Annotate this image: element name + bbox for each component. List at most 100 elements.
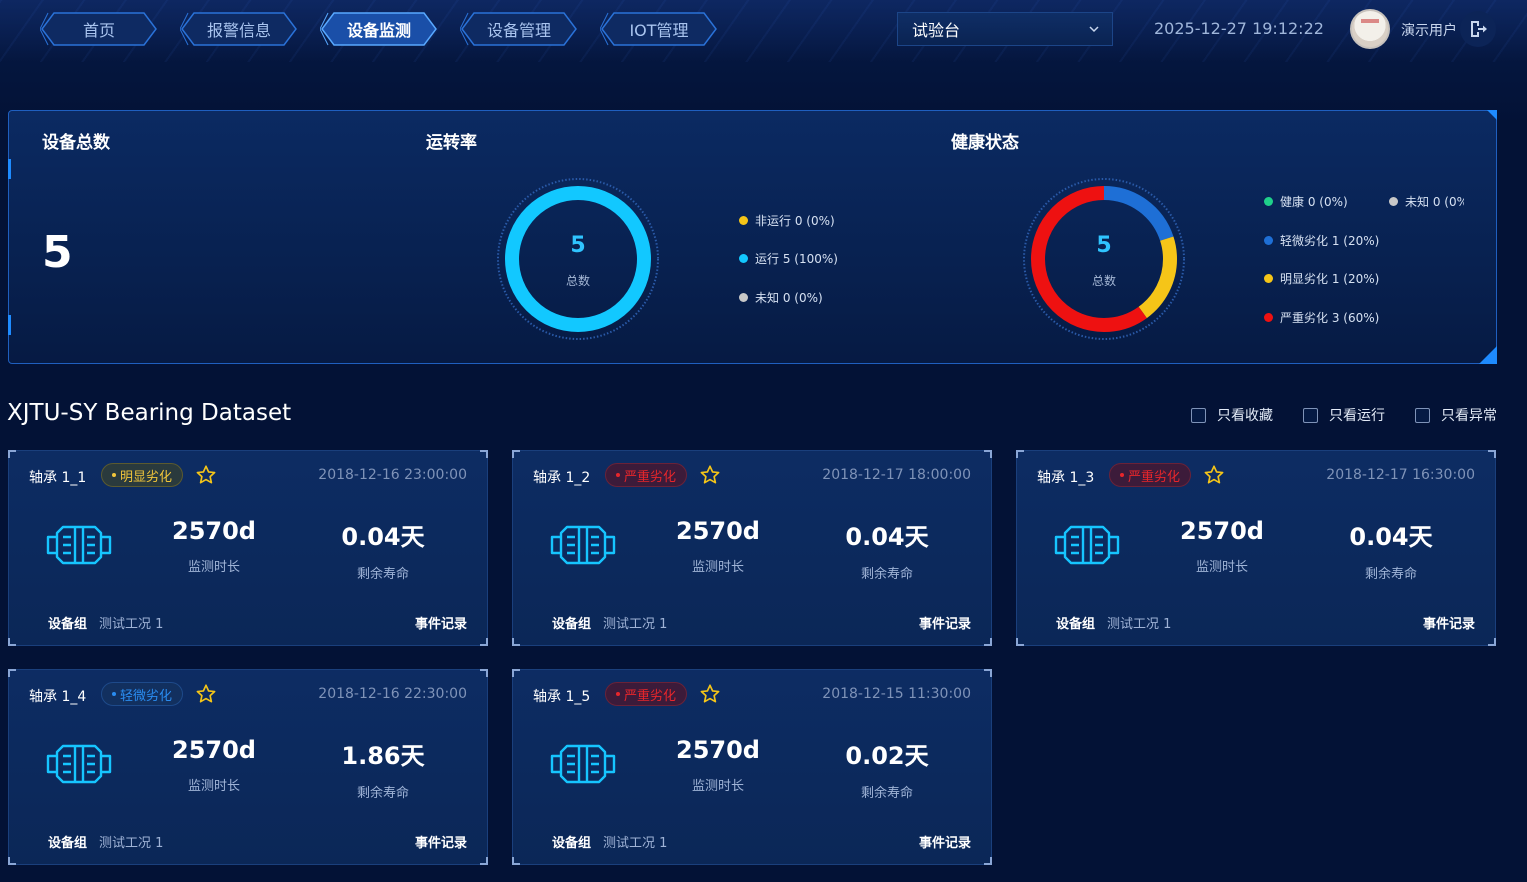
event-log-link[interactable]: 事件记录 bbox=[919, 832, 971, 851]
site-select-value: 试验台 bbox=[912, 21, 961, 40]
status-label: 明显劣化 bbox=[120, 469, 173, 485]
legend-slight-degradation[interactable]: 轻微劣化 1 (20%) bbox=[1264, 232, 1379, 249]
event-log-link[interactable]: 事件记录 bbox=[415, 613, 467, 632]
bearing-icon bbox=[550, 744, 616, 784]
remaining-life-label: 剩余寿命 bbox=[1364, 567, 1417, 582]
card-corner bbox=[480, 638, 488, 646]
tab-alarms[interactable]: 报警信息 bbox=[180, 11, 298, 47]
status-label: 严重劣化 bbox=[1128, 469, 1181, 485]
remaining-life-label: 剩余寿命 bbox=[356, 786, 409, 801]
filter-favorites[interactable]: 只看收藏 bbox=[1191, 405, 1273, 425]
legend-label: 明显劣化 1 (20%) bbox=[1280, 272, 1380, 286]
legend-running[interactable]: 运行 5 (100%) bbox=[739, 250, 838, 267]
card-corner bbox=[480, 669, 488, 677]
device-card[interactable]: 轴承 1_4 轻微劣化 2018-12-16 22:30:00 2570d 监测… bbox=[8, 669, 488, 865]
legend-obvious-degradation[interactable]: 明显劣化 1 (20%) bbox=[1264, 270, 1379, 287]
card-corner bbox=[1016, 638, 1024, 646]
tab-label: 设备管理 bbox=[486, 21, 551, 40]
site-select[interactable]: 试验台 bbox=[897, 12, 1113, 46]
top-bar: 首页 报警信息 设备监测 设备管理 IOT管理 试验台 2025-12-27 1… bbox=[0, 0, 1527, 62]
tab-device-monitoring[interactable]: 设备监测 bbox=[320, 11, 438, 47]
tab-home[interactable]: 首页 bbox=[40, 11, 158, 47]
legend-not-running[interactable]: 非运行 0 (0%) bbox=[739, 212, 835, 229]
legend-severe-degradation[interactable]: 严重劣化 3 (60%) bbox=[1264, 309, 1379, 326]
bearing-icon bbox=[46, 525, 112, 565]
device-card[interactable]: 轴承 1_5 严重劣化 2018-12-15 11:30:00 2570d 监测… bbox=[512, 669, 992, 865]
legend-dot bbox=[1264, 313, 1273, 322]
card-corner bbox=[8, 638, 16, 646]
card-corner bbox=[1016, 450, 1024, 458]
event-log-link[interactable]: 事件记录 bbox=[1423, 613, 1475, 632]
logout-icon bbox=[1471, 21, 1487, 37]
legend-label: 未知 0 (0%) bbox=[755, 291, 823, 305]
legend-healthy[interactable]: 健康 0 (0%) bbox=[1264, 193, 1348, 210]
legend-dot bbox=[739, 254, 748, 263]
panel-corner bbox=[1487, 110, 1497, 120]
legend-unknown[interactable]: 未知 0 (0%) bbox=[1389, 193, 1464, 210]
star-icon[interactable] bbox=[195, 683, 217, 705]
summary-panel: 设备总数 5 运转率 5 总数 非运行 0 (0%) 运行 5 (100%) 未知 … bbox=[8, 110, 1497, 364]
event-log-link[interactable]: 事件记录 bbox=[415, 832, 467, 851]
run-rate-total-label: 总数 bbox=[565, 274, 590, 288]
device-group-value: 测试工况 1 bbox=[1107, 617, 1172, 632]
remaining-life-label: 剩余寿命 bbox=[860, 786, 913, 801]
monitor-duration: 2570d 监测时长 bbox=[653, 736, 783, 794]
status-badge: 严重劣化 bbox=[605, 463, 688, 487]
panel-edge bbox=[8, 159, 11, 179]
health-status-title: 健康状态 bbox=[951, 133, 1019, 153]
status-label: 轻微劣化 bbox=[120, 688, 173, 704]
remaining-life: 0.04天 剩余寿命 bbox=[822, 517, 952, 582]
panel-corner bbox=[1479, 346, 1497, 364]
device-name: 轴承 1_1 bbox=[29, 470, 87, 486]
status-dot bbox=[1120, 473, 1124, 477]
event-log-link[interactable]: 事件记录 bbox=[919, 613, 971, 632]
device-card[interactable]: 轴承 1_1 明显劣化 2018-12-16 23:00:00 2570d 监测… bbox=[8, 450, 488, 646]
legend-overflow-clip: 未知 0 (0%) bbox=[1389, 193, 1464, 213]
device-card[interactable]: 轴承 1_3 严重劣化 2018-12-17 16:30:00 2570d 监测… bbox=[1016, 450, 1496, 646]
status-label: 严重劣化 bbox=[624, 688, 677, 704]
legend-dot bbox=[1264, 274, 1273, 283]
checkbox[interactable] bbox=[1191, 407, 1206, 423]
device-card[interactable]: 轴承 1_2 严重劣化 2018-12-17 18:00:00 2570d 监测… bbox=[512, 450, 992, 646]
star-icon[interactable] bbox=[195, 464, 217, 486]
remaining-life-label: 剩余寿命 bbox=[860, 567, 913, 582]
status-badge: 明显劣化 bbox=[101, 463, 184, 487]
monitor-duration-value: 2570d bbox=[676, 736, 760, 764]
device-group-label: 设备组 bbox=[48, 617, 88, 632]
remaining-life: 1.86天 剩余寿命 bbox=[318, 736, 448, 801]
last-update-time: 2018-12-16 22:30:00 bbox=[318, 686, 467, 702]
checkbox[interactable] bbox=[1415, 407, 1430, 423]
legend-unknown[interactable]: 未知 0 (0%) bbox=[739, 289, 823, 306]
filter-label: 只看收藏 bbox=[1217, 408, 1273, 424]
tab-iot-management[interactable]: IOT管理 bbox=[600, 11, 718, 47]
tab-device-management[interactable]: 设备管理 bbox=[460, 11, 578, 47]
username[interactable]: 演示用户 bbox=[1401, 20, 1457, 40]
avatar[interactable] bbox=[1350, 9, 1390, 49]
card-corner bbox=[984, 638, 992, 646]
legend-label: 轻微劣化 1 (20%) bbox=[1280, 234, 1380, 248]
chevron-down-icon bbox=[1089, 26, 1099, 33]
card-corner bbox=[480, 857, 488, 865]
health-total: 5 bbox=[1096, 233, 1112, 258]
card-corner bbox=[512, 669, 520, 677]
checkbox[interactable] bbox=[1303, 407, 1318, 423]
monitor-duration: 2570d 监测时长 bbox=[149, 517, 279, 575]
card-corner bbox=[8, 669, 16, 677]
star-icon[interactable] bbox=[1203, 464, 1225, 486]
logout-button[interactable] bbox=[1460, 11, 1496, 47]
filter-running[interactable]: 只看运行 bbox=[1303, 405, 1385, 425]
filter-label: 只看运行 bbox=[1329, 408, 1385, 424]
remaining-life: 0.02天 剩余寿命 bbox=[822, 736, 952, 801]
health-status-center: 5 总数 bbox=[1019, 233, 1189, 289]
remaining-life: 0.04天 剩余寿命 bbox=[318, 517, 448, 582]
card-corner bbox=[512, 857, 520, 865]
monitor-duration-value: 2570d bbox=[1180, 517, 1264, 545]
status-label: 严重劣化 bbox=[624, 469, 677, 485]
filter-abnormal[interactable]: 只看异常 bbox=[1415, 405, 1497, 425]
star-icon[interactable] bbox=[699, 683, 721, 705]
device-name: 轴承 1_5 bbox=[533, 689, 591, 705]
status-badge: 严重劣化 bbox=[1109, 463, 1192, 487]
star-icon[interactable] bbox=[699, 464, 721, 486]
monitor-duration-label: 监测时长 bbox=[1195, 560, 1248, 575]
legend-dot bbox=[739, 216, 748, 225]
